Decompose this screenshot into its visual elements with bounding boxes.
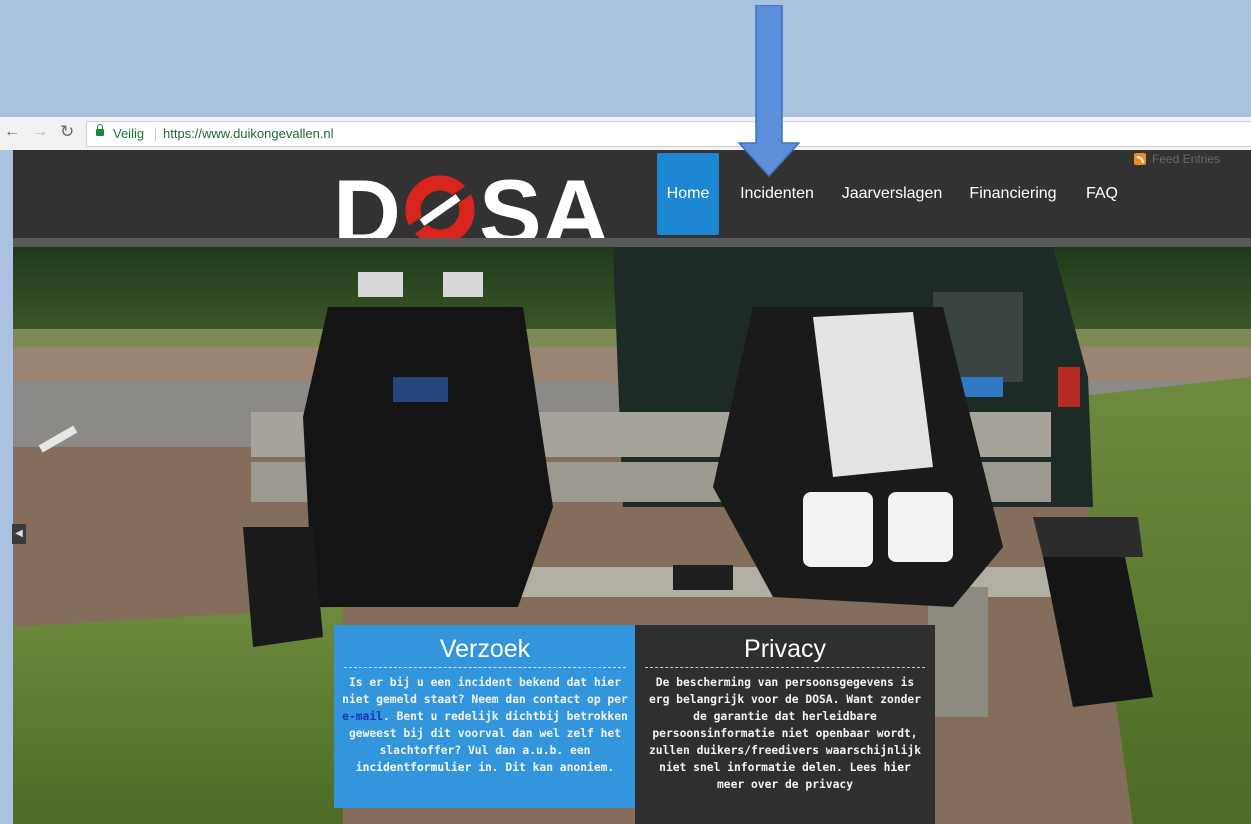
arrow-right-icon[interactable]: → xyxy=(32,123,48,141)
logo-o-ring xyxy=(405,175,475,245)
request-box: Verzoek Is er bij u een incident bekend … xyxy=(334,625,636,808)
url-separator xyxy=(155,127,156,141)
logo-letter-d: D xyxy=(333,173,401,248)
arrow-left-icon[interactable]: ← xyxy=(4,123,20,141)
nav-financiering[interactable]: Financiering xyxy=(965,153,1061,235)
feed-link[interactable]: Feed Entries xyxy=(1134,152,1220,166)
secure-label: Veilig xyxy=(113,126,145,141)
reload-icon[interactable]: ↻ xyxy=(60,122,74,142)
nav-jaarverslagen[interactable]: Jaarverslagen xyxy=(837,153,947,235)
request-text-part: Is er bij u een incident bekend dat hier… xyxy=(342,676,628,706)
dosa-logo[interactable]: D SA xyxy=(333,173,623,248)
email-link[interactable]: e-mail xyxy=(342,710,383,723)
nav-faq[interactable]: FAQ xyxy=(1079,153,1125,235)
privacy-text: De bescherming van persoonsgegevens is e… xyxy=(643,674,927,793)
left-margin xyxy=(0,150,13,824)
lock-icon xyxy=(96,124,104,136)
privacy-link[interactable]: hier xyxy=(884,761,911,774)
feed-label: Feed Entries xyxy=(1152,152,1221,166)
site-header: D SA Home Incidenten Jaarverslagen Finan… xyxy=(13,150,1251,248)
header-divider xyxy=(13,238,1251,247)
url-text[interactable]: https://www.duikongevallen.nl xyxy=(163,122,334,146)
rss-icon xyxy=(1134,153,1146,165)
request-title: Verzoek xyxy=(344,635,626,668)
slider-prev-arrow[interactable]: ◀ xyxy=(12,524,26,544)
request-text-part: in. Dit kan anoniem. xyxy=(471,761,615,774)
arrow-down-icon xyxy=(738,5,800,177)
nav-home[interactable]: Home xyxy=(657,153,719,235)
privacy-box: Privacy De bescherming van persoonsgegev… xyxy=(635,625,935,824)
request-text-part: . Bent u redelijk dichtbij betrokken gew… xyxy=(348,710,628,757)
privacy-title: Privacy xyxy=(645,635,925,668)
logo-letters-sa: SA xyxy=(479,173,610,248)
privacy-text-part: De bescherming van persoonsgegevens is e… xyxy=(648,676,922,774)
browser-toolbar: ← → ↻ Veilig https://www.duikongevallen.… xyxy=(0,117,1251,151)
address-bar[interactable]: Veilig https://www.duikongevallen.nl xyxy=(86,121,1251,147)
privacy-text-part: meer over de privacy xyxy=(716,778,854,791)
request-text: Is er bij u een incident bekend dat hier… xyxy=(342,674,628,776)
incident-form-link[interactable]: incidentformulier xyxy=(356,761,472,774)
